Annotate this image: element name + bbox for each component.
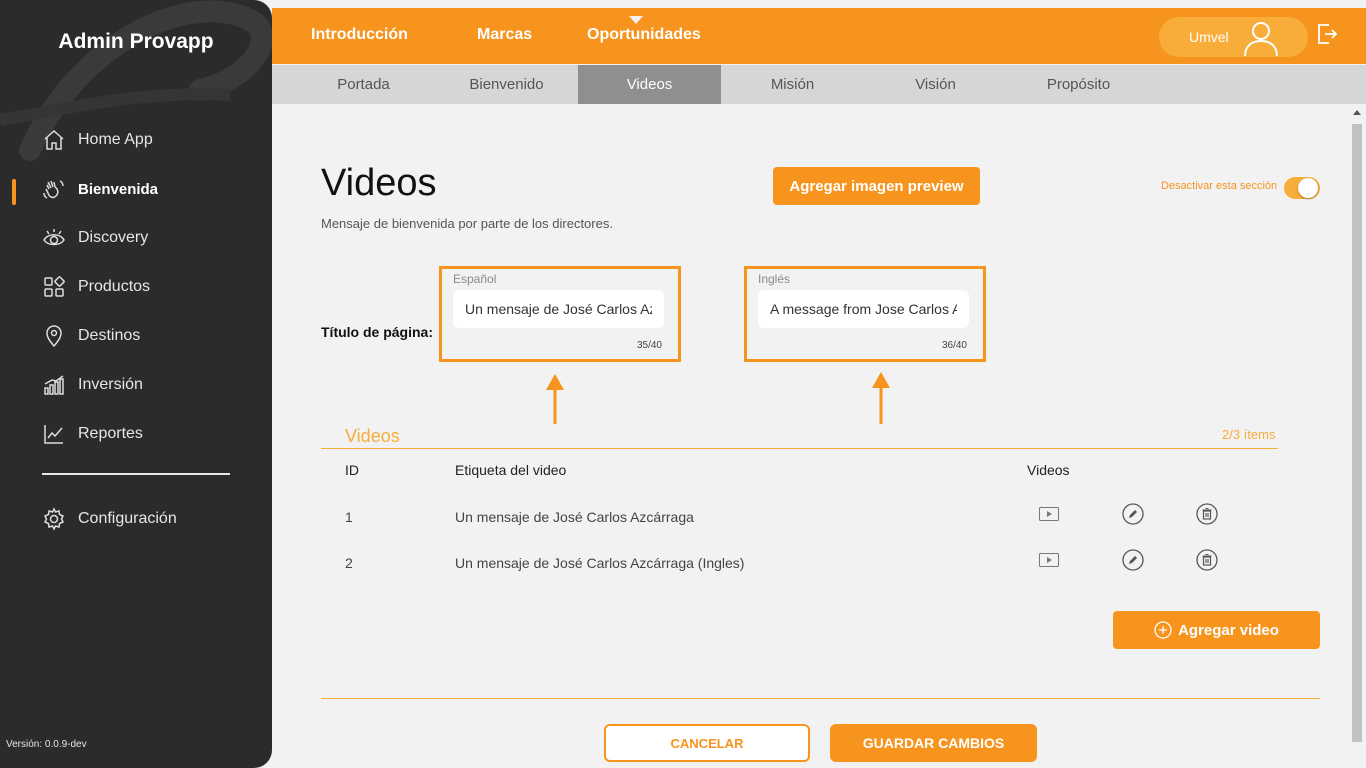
active-tab-notch [629,16,643,24]
scrollbar[interactable] [1350,104,1366,768]
user-avatar-icon [1244,22,1278,57]
add-video-button[interactable]: Agregar video [1113,611,1320,649]
add-preview-image-button[interactable]: Agregar imagen preview [773,167,980,205]
gear-icon [42,507,66,531]
sidebar-item-label: Bienvenida [78,180,159,198]
sidebar-divider [42,473,230,475]
scroll-up-arrow[interactable] [1353,110,1361,115]
row-label: Un mensaje de José Carlos Azcárraga (Ing… [455,555,745,571]
subtab-videos[interactable]: Videos [578,65,721,104]
field-language-label: Inglés [758,272,791,286]
field-language-label: Español [453,272,497,286]
grid-icon [42,275,66,299]
line-chart-icon [42,422,66,446]
map-pin-icon [42,324,66,348]
videos-section-title: Videos [345,426,400,446]
tab-introduccion[interactable]: Introducción [311,26,408,44]
sidebar-item-configuracion[interactable]: Configuración [42,505,177,533]
delete-icon[interactable] [1196,549,1218,571]
row-id: 2 [345,555,353,571]
sidebar-item-label: Reportes [78,425,143,442]
toggle-label: Desactivar esta sección [1161,180,1278,192]
spanish-title-input[interactable] [453,290,664,328]
sidebar-item-reportes[interactable]: Reportes [42,420,143,448]
videos-count: 2/3 ítems [1222,427,1276,442]
sidebar-item-discovery[interactable]: Discovery [42,224,148,252]
sidebar-item-label: Discovery [78,229,149,246]
user-menu[interactable]: Umvel [1159,17,1308,57]
page-subtitle: Mensaje de bienvenida por parte de los d… [321,216,613,231]
sidebar-item-label: Configuración [78,510,177,527]
delete-icon[interactable] [1196,503,1218,525]
annotation-arrow-up [872,372,890,424]
play-video-icon[interactable] [1039,507,1059,521]
english-title-field: Inglés 36/40 [744,266,986,362]
sidebar-item-label: Productos [78,278,151,295]
logout-icon[interactable] [1316,22,1338,46]
home-icon [42,128,66,152]
column-header-id: ID [345,462,359,478]
page-title: Videos [321,162,437,204]
version-label: Versión: 0.0.9-dev [6,739,87,750]
sidebar-item-label: Inversión [78,376,143,393]
char-counter: 35/40 [636,340,662,351]
sidebar-item-label: Home App [78,131,153,148]
column-header-label: Etiqueta del video [455,462,567,478]
sidebar-item-destinos[interactable]: Destinos [42,322,140,350]
spanish-title-field: Español 35/40 [439,266,681,362]
row-label: Un mensaje de José Carlos Azcárraga [455,509,694,525]
tab-oportunidades[interactable]: Oportunidades [587,26,701,44]
annotation-arrow-up [546,374,564,424]
row-id: 1 [345,509,353,525]
subtab-proposito[interactable]: Propósito [1007,65,1150,104]
sidebar-item-inversion[interactable]: Inversión [42,371,143,399]
section-toggle[interactable] [1284,177,1320,199]
sidebar-item-bienvenida[interactable]: Bienvenida [42,175,158,203]
sub-navbar: Portada Bienvenido Videos Misión Visión … [272,65,1366,104]
footer-divider [321,698,1320,699]
english-title-input[interactable] [758,290,969,328]
cancel-button[interactable]: CANCELAR [604,724,810,762]
plus-circle-icon [1154,621,1172,639]
column-header-videos: Videos [1027,462,1070,478]
sidebar-item-productos[interactable]: Productos [42,273,150,301]
sidebar: Admin Provapp Home App Bienvenida Discov… [0,0,272,768]
sidebar-item-home-app[interactable]: Home App [42,126,153,154]
tab-marcas[interactable]: Marcas [477,26,532,44]
bar-chart-icon [42,373,66,397]
edit-icon[interactable] [1122,549,1144,571]
subtab-vision[interactable]: Visión [864,65,1007,104]
sidebar-item-label: Destinos [78,327,141,344]
section-divider [321,448,1278,449]
play-video-icon[interactable] [1039,553,1059,567]
subtab-bienvenido[interactable]: Bienvenido [435,65,578,104]
subtab-mision[interactable]: Misión [721,65,864,104]
subtab-portada[interactable]: Portada [292,65,435,104]
page-title-field-label: Título de página: [321,324,433,340]
user-name: Umvel [1189,29,1229,45]
eye-icon [42,226,66,250]
active-indicator [12,179,16,205]
app-title: Admin Provapp [58,30,214,53]
toggle-knob [1298,178,1318,198]
scrollbar-thumb[interactable] [1352,124,1362,742]
save-changes-button[interactable]: GUARDAR CAMBIOS [830,724,1037,762]
waving-hand-icon [42,177,66,201]
char-counter: 36/40 [941,340,967,351]
edit-icon[interactable] [1122,503,1144,525]
add-video-label: Agregar video [1178,621,1279,639]
